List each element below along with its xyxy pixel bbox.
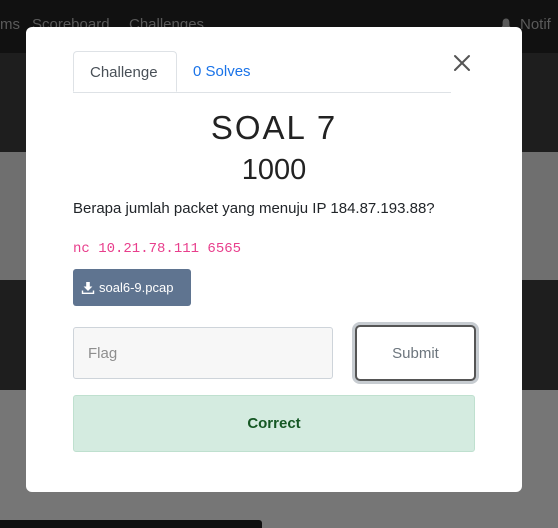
result-message: Correct bbox=[73, 395, 475, 452]
challenge-modal: Challenge 0 Solves SOAL 7 1000 Berapa ju… bbox=[26, 27, 522, 492]
nav-item-teams[interactable]: ms bbox=[0, 16, 20, 33]
modal-tabs: Challenge 0 Solves bbox=[73, 51, 451, 93]
download-icon bbox=[81, 281, 95, 294]
background-footer-bar bbox=[0, 520, 262, 528]
tab-solves[interactable]: 0 Solves bbox=[177, 51, 267, 92]
challenge-value: 1000 bbox=[241, 154, 307, 186]
nav-item-notifications[interactable]: Notif bbox=[520, 16, 551, 33]
download-file-label: soal6-9.pcap bbox=[99, 280, 174, 295]
close-icon[interactable] bbox=[452, 53, 472, 73]
connection-command: nc 10.21.78.111 6565 bbox=[73, 241, 242, 257]
submit-button[interactable]: Submit bbox=[355, 325, 476, 381]
flag-input[interactable] bbox=[73, 327, 333, 379]
tab-challenge[interactable]: Challenge bbox=[73, 51, 177, 92]
challenge-name: SOAL 7 bbox=[210, 109, 338, 146]
challenge-description: Berapa jumlah packet yang menuju IP 184.… bbox=[73, 200, 435, 217]
download-file-button[interactable]: soal6-9.pcap bbox=[73, 269, 191, 306]
